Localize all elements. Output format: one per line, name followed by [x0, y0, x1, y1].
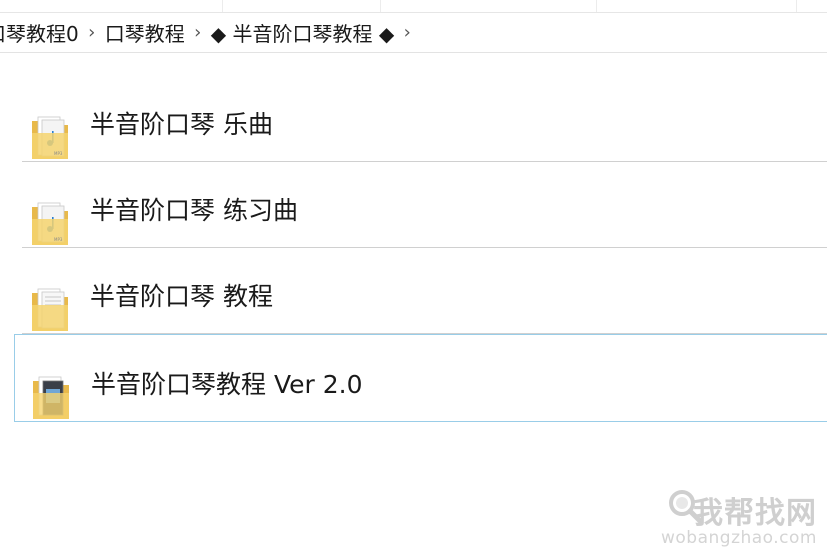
- breadcrumb-item[interactable]: 口琴教程: [105, 18, 185, 47]
- music-folder-icon: MP3: [32, 202, 68, 245]
- list-item[interactable]: MP3 半音阶口琴 乐曲: [22, 75, 827, 162]
- svg-text:MP3: MP3: [54, 237, 63, 242]
- folder-name: 半音阶口琴 教程: [90, 282, 273, 311]
- breadcrumb-item[interactable]: 口琴教程0: [0, 18, 79, 47]
- breadcrumb: 口琴教程0 › 口琴教程 › ◆ 半音阶口琴教程 ◆ ›: [0, 12, 827, 53]
- chevron-right-icon[interactable]: ›: [79, 22, 105, 43]
- watermark-url: wobangzhao.com: [660, 528, 817, 548]
- list-item-selected[interactable]: 半音阶口琴教程 Ver 2.0: [14, 334, 827, 422]
- list-item[interactable]: MP3 半音阶口琴 练习曲: [22, 161, 827, 248]
- music-folder-icon: MP3: [32, 116, 68, 159]
- toolbar-divider: [380, 0, 382, 12]
- watermark-title: 我帮找网: [693, 496, 817, 531]
- folder-name: 半音阶口琴教程 Ver 2.0: [91, 370, 363, 399]
- media-folder-icon: [33, 376, 69, 419]
- folder-name: 半音阶口琴 练习曲: [90, 196, 298, 225]
- folder-name: 半音阶口琴 乐曲: [90, 110, 273, 139]
- watermark: 我帮找网 wobangzhao.com: [660, 486, 823, 548]
- list-item[interactable]: 半音阶口琴 教程: [22, 247, 827, 334]
- chevron-right-icon[interactable]: ›: [394, 22, 420, 43]
- breadcrumb-item[interactable]: ◆ 半音阶口琴教程 ◆: [211, 18, 394, 47]
- chevron-right-icon[interactable]: ›: [185, 22, 211, 43]
- svg-text:MP3: MP3: [54, 151, 63, 156]
- toolbar-divider: [596, 0, 598, 12]
- toolbar-divider: [796, 0, 798, 12]
- toolbar-divider: [222, 0, 224, 12]
- document-folder-icon: [32, 288, 68, 331]
